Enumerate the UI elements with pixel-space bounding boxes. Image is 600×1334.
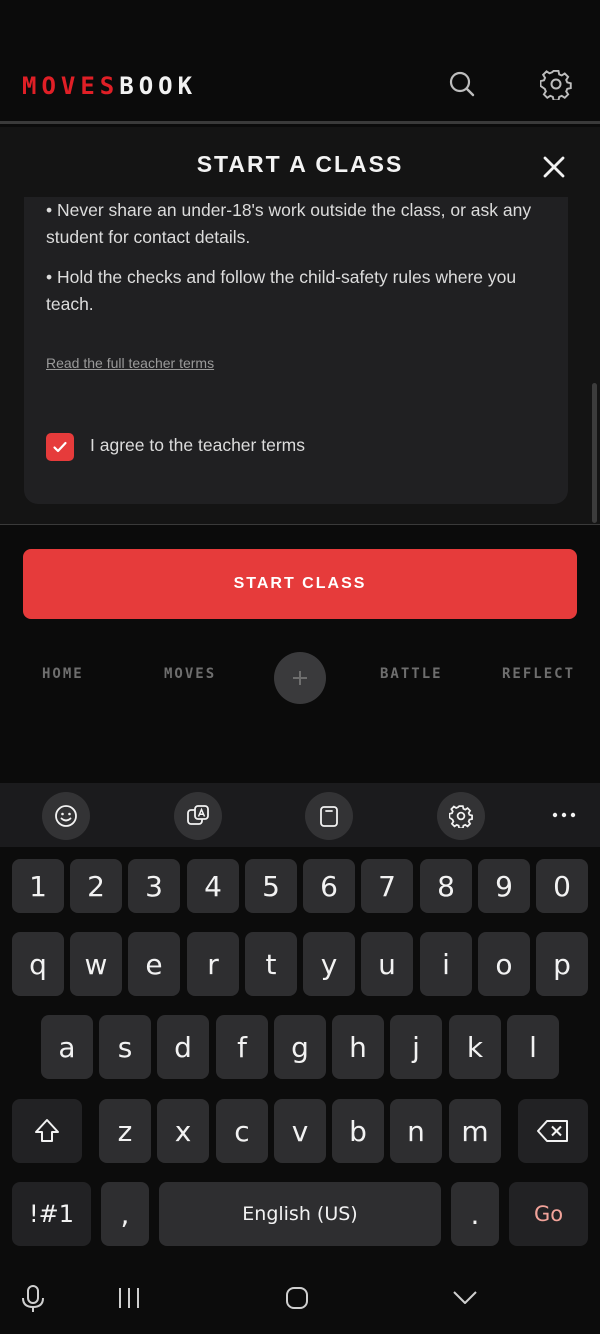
app-logo[interactable]: MOVESBOOK [22, 72, 197, 100]
key[interactable]: 2 [70, 859, 122, 913]
key[interactable]: 6 [303, 859, 355, 913]
start-class-sheet: START A CLASS • Never share an under-18'… [0, 127, 600, 525]
plus-icon[interactable] [274, 652, 326, 704]
key[interactable]: q [12, 932, 64, 996]
logo-white-text: BOOK [119, 72, 198, 100]
search-icon[interactable] [446, 68, 478, 100]
key[interactable]: i [420, 932, 472, 996]
sheet-title: START A CLASS [196, 151, 404, 177]
key[interactable]: 9 [478, 859, 530, 913]
key[interactable]: p [536, 932, 588, 996]
hide-keyboard-icon[interactable] [451, 1288, 479, 1312]
key[interactable]: n [390, 1099, 442, 1163]
clipboard-icon[interactable] [305, 792, 353, 840]
start-class-button[interactable]: START CLASS [23, 549, 577, 619]
teacher-terms-link[interactable]: Read the full teacher terms [46, 355, 214, 371]
gear-icon[interactable] [437, 792, 485, 840]
recents-icon[interactable] [116, 1286, 142, 1314]
nav-home[interactable]: HOME [42, 666, 84, 682]
key[interactable]: c [216, 1099, 268, 1163]
space-key[interactable]: English (US) [159, 1182, 441, 1246]
terms-bullet: • Never share an under-18's work outside… [46, 200, 532, 247]
agree-checkbox[interactable] [46, 433, 74, 461]
key[interactable]: k [449, 1015, 501, 1079]
key[interactable]: x [157, 1099, 209, 1163]
key[interactable]: 8 [420, 859, 472, 913]
symbols-key[interactable]: !#1 [12, 1182, 91, 1246]
key[interactable]: 4 [187, 859, 239, 913]
backspace-icon [537, 1120, 568, 1142]
key[interactable]: 1 [12, 859, 64, 913]
key[interactable]: z [99, 1099, 151, 1163]
agree-label[interactable]: I agree to the teacher terms [90, 435, 305, 456]
key[interactable]: 0 [536, 859, 588, 913]
key[interactable]: 5 [245, 859, 297, 913]
emoji-icon[interactable] [42, 792, 90, 840]
close-icon[interactable] [538, 151, 570, 183]
key[interactable]: 7 [361, 859, 413, 913]
app-header: MOVESBOOK [0, 0, 600, 124]
key[interactable]: e [128, 932, 180, 996]
nav-reflect[interactable]: REFLECT [502, 666, 575, 682]
home-icon[interactable] [284, 1285, 310, 1315]
key[interactable]: d [157, 1015, 209, 1079]
key[interactable]: w [70, 932, 122, 996]
shift-key[interactable] [12, 1099, 82, 1163]
key[interactable]: f [216, 1015, 268, 1079]
key[interactable]: u [361, 932, 413, 996]
period-key[interactable]: . [451, 1182, 499, 1246]
comma-key[interactable]: , [101, 1182, 149, 1246]
go-key[interactable]: Go [509, 1182, 588, 1246]
key[interactable]: v [274, 1099, 326, 1163]
logo-red-text: MOVES [22, 72, 120, 100]
backspace-key[interactable] [518, 1099, 588, 1163]
keyboard-toolbar [0, 783, 600, 847]
key[interactable]: 3 [128, 859, 180, 913]
key[interactable]: a [41, 1015, 93, 1079]
more-icon[interactable] [548, 805, 580, 825]
scrollbar[interactable] [592, 383, 597, 523]
key[interactable]: b [332, 1099, 384, 1163]
key[interactable]: g [274, 1015, 326, 1079]
nav-battle[interactable]: BATTLE [380, 666, 443, 682]
terms-card: • Never share an under-18's work outside… [24, 197, 568, 504]
nav-moves[interactable]: MOVES [164, 666, 216, 682]
key[interactable]: j [390, 1015, 442, 1079]
translate-icon[interactable] [174, 792, 222, 840]
key[interactable]: l [507, 1015, 559, 1079]
key[interactable]: o [478, 932, 530, 996]
gear-icon[interactable] [539, 68, 572, 102]
key[interactable]: h [332, 1015, 384, 1079]
key[interactable]: r [187, 932, 239, 996]
terms-bullet: • Hold the checks and follow the child-s… [46, 267, 517, 314]
key[interactable]: y [303, 932, 355, 996]
mic-icon[interactable] [20, 1284, 46, 1318]
checkmark-icon [53, 441, 67, 453]
key[interactable]: m [449, 1099, 501, 1163]
shift-icon [35, 1119, 59, 1142]
key[interactable]: s [99, 1015, 151, 1079]
key[interactable]: t [245, 932, 297, 996]
